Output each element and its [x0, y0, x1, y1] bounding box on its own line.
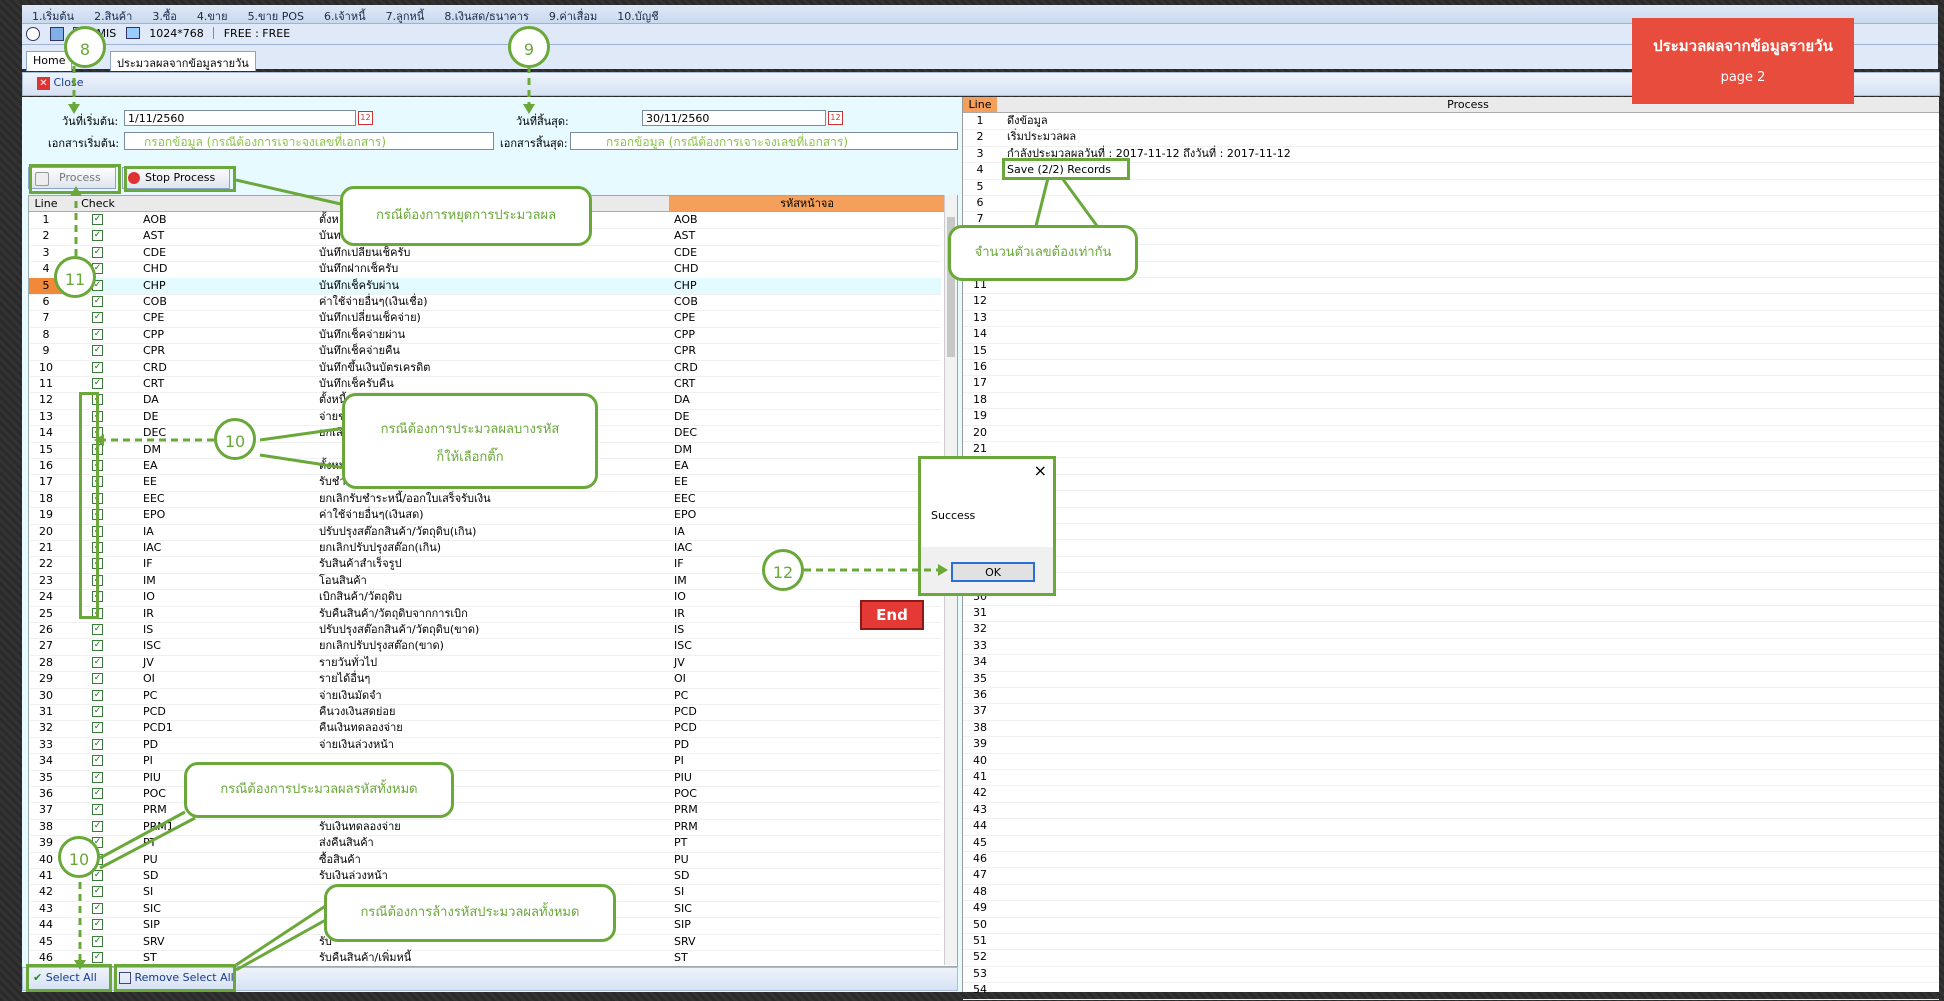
- step-11-marker: 11: [54, 256, 96, 298]
- count-note: จำนวนตัวเลขต้องเท่ากัน: [948, 225, 1138, 281]
- step-8-marker: 8: [64, 26, 106, 68]
- step-12-marker: 12: [762, 549, 804, 591]
- partial-note: กรณีต้องการประมวลผลบางรหัส ก็ให้เลือกติ๊…: [342, 393, 598, 489]
- partial-note-line1: กรณีต้องการประมวลผลบางรหัส: [380, 422, 560, 437]
- clear-note: กรณีต้องการล้างรหัสประมวลผลทั้งหมด: [324, 884, 616, 942]
- stop-note: กรณีต้องการหยุดการประมวลผล: [340, 186, 592, 246]
- step-9-marker: 9: [508, 26, 550, 68]
- partial-note-line2: ก็ให้เลือกติ๊ก: [436, 450, 504, 465]
- count-note-text: จำนวนตัวเลขต้องเท่ากัน: [974, 245, 1112, 260]
- step-10-marker: 10: [214, 418, 256, 460]
- step-10-marker-bottom: 10: [58, 836, 100, 878]
- annotation-connectors: [68, 66, 1102, 972]
- select-all-note: กรณีต้องการประมวลผลรหัสทั้งหมด: [184, 762, 454, 818]
